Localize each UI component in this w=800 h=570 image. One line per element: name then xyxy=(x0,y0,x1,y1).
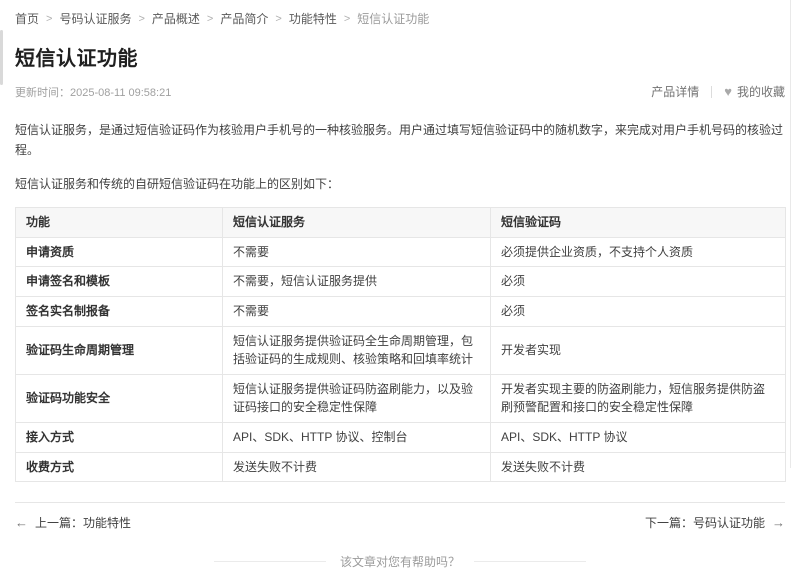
table-cell: 不需要 xyxy=(223,237,491,267)
section-divider xyxy=(15,502,785,503)
page-title: 短信认证功能 xyxy=(15,42,785,71)
table-cell: 短信认证服务提供验证码防盗刷能力，以及验证码接口的安全稳定性保障 xyxy=(223,374,491,422)
row-label: 接入方式 xyxy=(16,422,223,452)
breadcrumb-item-current: 短信认证功能 xyxy=(357,10,429,27)
meta-row: 更新时间：2025-08-11 09:58:21 产品详情 ♥ 我的收藏 xyxy=(15,83,785,100)
page-actions: 产品详情 ♥ 我的收藏 xyxy=(651,83,785,100)
breadcrumb-item-product-overview[interactable]: 产品概述 xyxy=(152,10,200,27)
breadcrumb-separator: > xyxy=(207,13,213,25)
doc-page: 首页 > 号码认证服务 > 产品概述 > 产品简介 > 功能特性 > 短信认证功… xyxy=(0,0,800,468)
feedback-divider-right xyxy=(474,561,586,562)
table-row: 收费方式 发送失败不计费 发送失败不计费 xyxy=(16,452,786,482)
breadcrumb: 首页 > 号码认证服务 > 产品概述 > 产品简介 > 功能特性 > 短信认证功… xyxy=(15,0,785,27)
table-row: 验证码生命周期管理 短信认证服务提供验证码全生命周期管理，包括验证码的生成规则、… xyxy=(16,326,786,374)
table-row: 接入方式 API、SDK、HTTP 协议、控制台 API、SDK、HTTP 协议 xyxy=(16,422,786,452)
next-article-link[interactable]: 下一篇：号码认证功能 → xyxy=(645,514,785,531)
prev-article-label: 上一篇：功能特性 xyxy=(35,514,131,531)
table-cell: 必须 xyxy=(491,296,786,326)
breadcrumb-separator: > xyxy=(138,13,144,25)
content-right-border xyxy=(790,0,791,468)
table-cell: 开发者实现主要的防盗刷能力，短信服务提供防盗刷预警配置和接口的安全稳定性保障 xyxy=(491,374,786,422)
table-cell: 必须提供企业资质，不支持个人资质 xyxy=(491,237,786,267)
feature-comparison-table: 功能 短信认证服务 短信验证码 申请资质 不需要 必须提供企业资质，不支持个人资… xyxy=(15,207,786,482)
heart-icon: ♥ xyxy=(724,85,732,98)
intro-paragraph: 短信认证服务，是通过短信验证码作为核验用户手机号的一种核验服务。用户通过填写短信… xyxy=(15,120,785,161)
prev-article-link[interactable]: ← 上一篇：功能特性 xyxy=(15,514,131,531)
table-header-row: 功能 短信认证服务 短信验证码 xyxy=(16,208,786,238)
row-label: 申请资质 xyxy=(16,237,223,267)
breadcrumb-item-product-intro[interactable]: 产品简介 xyxy=(220,10,268,27)
row-label: 验证码生命周期管理 xyxy=(16,326,223,374)
actions-divider xyxy=(711,86,712,98)
table-row: 申请签名和模板 不需要，短信认证服务提供 必须 xyxy=(16,267,786,297)
breadcrumb-item-features[interactable]: 功能特性 xyxy=(289,10,337,27)
table-cell: 必须 xyxy=(491,267,786,297)
column-header-feature: 功能 xyxy=(16,208,223,238)
table-cell: 开发者实现 xyxy=(491,326,786,374)
table-row: 申请资质 不需要 必须提供企业资质，不支持个人资质 xyxy=(16,237,786,267)
table-cell: API、SDK、HTTP 协议、控制台 xyxy=(223,422,491,452)
favorites-link[interactable]: ♥ 我的收藏 xyxy=(724,83,785,100)
table-cell: 发送失败不计费 xyxy=(491,452,786,482)
feedback-question: 该文章对您有帮助吗？ xyxy=(340,553,460,570)
table-cell: 发送失败不计费 xyxy=(223,452,491,482)
row-label: 申请签名和模板 xyxy=(16,267,223,297)
feedback-divider-left xyxy=(214,561,326,562)
row-label: 收费方式 xyxy=(16,452,223,482)
table-cell: API、SDK、HTTP 协议 xyxy=(491,422,786,452)
updated-time: 更新时间：2025-08-11 09:58:21 xyxy=(15,84,171,100)
breadcrumb-separator: > xyxy=(46,13,52,25)
arrow-right-icon: → xyxy=(772,515,785,530)
arrow-left-icon: ← xyxy=(15,515,28,530)
table-cell: 不需要，短信认证服务提供 xyxy=(223,267,491,297)
column-header-sms-code: 短信验证码 xyxy=(491,208,786,238)
next-article-label: 下一篇：号码认证功能 xyxy=(645,514,765,531)
breadcrumb-item-number-auth-service[interactable]: 号码认证服务 xyxy=(59,10,131,27)
favorites-label: 我的收藏 xyxy=(737,83,785,100)
breadcrumb-separator: > xyxy=(275,13,281,25)
table-cell: 短信认证服务提供验证码全生命周期管理，包括验证码的生成规则、核验策略和回填率统计 xyxy=(223,326,491,374)
row-label: 签名实名制报备 xyxy=(16,296,223,326)
lead-in-paragraph: 短信认证服务和传统的自研短信验证码在功能上的区别如下： xyxy=(15,174,785,194)
product-detail-link[interactable]: 产品详情 xyxy=(651,83,699,100)
left-scrollbar-thumb[interactable] xyxy=(0,30,3,85)
pager: ← 上一篇：功能特性 下一篇：号码认证功能 → xyxy=(15,514,785,531)
table-cell: 不需要 xyxy=(223,296,491,326)
column-header-sms-auth-service: 短信认证服务 xyxy=(223,208,491,238)
feedback-section: 该文章对您有帮助吗？ xyxy=(15,553,785,570)
breadcrumb-item-home[interactable]: 首页 xyxy=(15,10,39,27)
breadcrumb-separator: > xyxy=(344,13,350,25)
table-row: 验证码功能安全 短信认证服务提供验证码防盗刷能力，以及验证码接口的安全稳定性保障… xyxy=(16,374,786,422)
table-row: 签名实名制报备 不需要 必须 xyxy=(16,296,786,326)
row-label: 验证码功能安全 xyxy=(16,374,223,422)
